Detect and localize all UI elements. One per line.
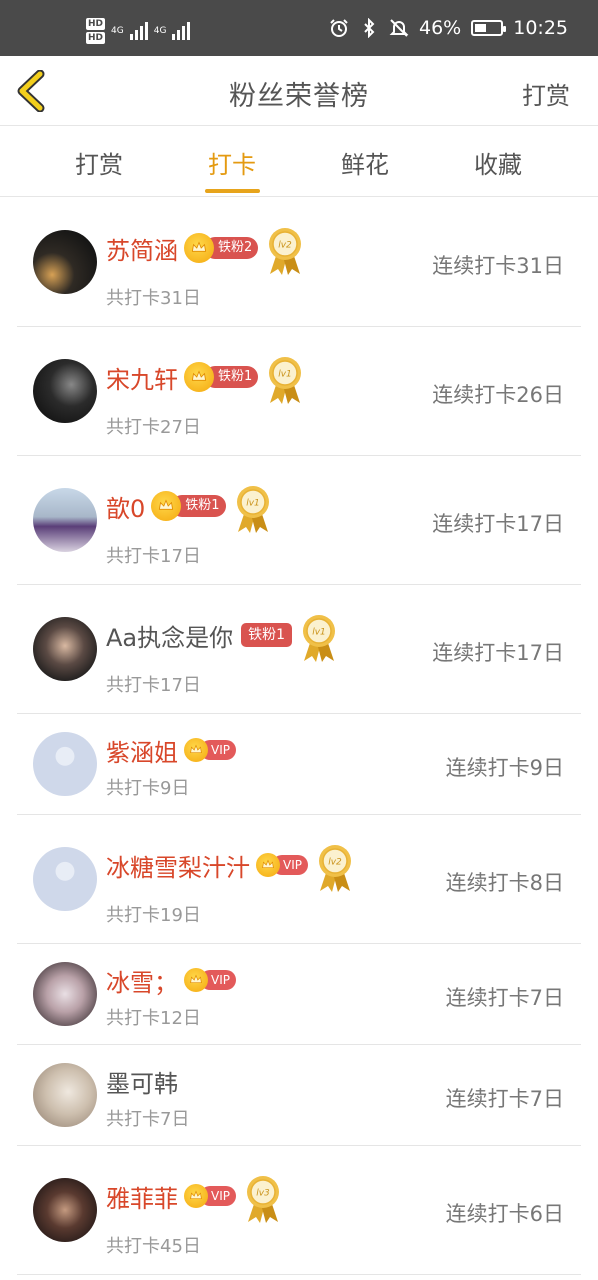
svg-text:lv2: lv2 (328, 858, 342, 868)
crown-icon (184, 1184, 208, 1208)
consecutive-checkin-count: 连续打卡7日 (445, 986, 564, 1010)
level-medal-icon: lv1 (269, 357, 302, 404)
consecutive-checkin-count: 连续打卡9日 (445, 756, 564, 780)
vip-badge: VIP (184, 967, 236, 993)
fan-badge-label: 铁粉1 (241, 623, 293, 647)
user-name[interactable]: 冰糖雪梨汁汁 (106, 848, 250, 883)
crown-icon (184, 968, 208, 992)
clock: 10:25 (513, 17, 568, 39)
total-checkin-count: 共打卡9日 (106, 778, 190, 799)
consecutive-checkin-count: 连续打卡17日 (432, 512, 564, 536)
total-checkin-count: 共打卡31日 (106, 288, 201, 309)
user-name[interactable]: 冰雪； (106, 963, 178, 998)
crown-icon (151, 491, 182, 521)
vip-badge: VIP (256, 852, 308, 878)
total-checkin-count: 共打卡7日 (106, 1109, 190, 1130)
svg-text:lv2: lv2 (279, 241, 293, 251)
level-medal-icon: lv2 (318, 845, 351, 892)
page-title: 粉丝荣誉榜 (229, 81, 369, 112)
mute-icon (389, 19, 409, 37)
avatar[interactable] (33, 962, 97, 1026)
total-checkin-count: 共打卡17日 (106, 675, 201, 696)
signal-icon-2 (172, 22, 191, 40)
svg-text:lv1: lv1 (279, 370, 293, 380)
total-checkin-count: 共打卡19日 (106, 905, 201, 926)
avatar[interactable] (33, 1063, 97, 1127)
consecutive-checkin-count: 连续打卡8日 (445, 871, 564, 895)
crown-icon (184, 362, 214, 392)
level-medal-icon: lv1 (236, 486, 269, 533)
avatar[interactable] (33, 488, 97, 552)
consecutive-checkin-count: 连续打卡7日 (445, 1087, 564, 1111)
vip-badge: VIP (184, 1183, 236, 1209)
avatar[interactable] (33, 617, 97, 681)
row-divider (17, 1274, 581, 1275)
avatar[interactable] (33, 1178, 97, 1242)
alarm-icon (330, 19, 348, 37)
battery-icon (471, 20, 507, 36)
list-item[interactable]: 冰糖雪梨汁汁 VIP lv2 共打卡19日 连续打卡8日 (0, 815, 598, 944)
list-item[interactable]: Aa执念是你 铁粉1 lv1 共打卡17日 连续打卡17日 (0, 585, 598, 714)
crown-icon (256, 853, 280, 877)
signal-icon (129, 22, 148, 40)
reward-button[interactable]: 打赏 (522, 76, 570, 111)
bluetooth-icon (364, 18, 375, 38)
tab-bar: 打赏 打卡 鲜花 收藏 (0, 127, 598, 197)
fan-badge: 铁粉1 (151, 491, 226, 521)
avatar[interactable] (33, 732, 97, 796)
fan-badge: 铁粉2 (184, 233, 259, 263)
total-checkin-count: 共打卡17日 (106, 546, 201, 567)
crown-icon (184, 233, 214, 263)
network-indicators: HD HD 4G 4G (86, 14, 191, 48)
list-item[interactable]: 宋九轩 铁粉1 lv1 共打卡27日 连续打卡26日 (0, 327, 598, 456)
level-medal-icon: lv2 (269, 228, 302, 275)
user-name[interactable]: 歆0 (106, 489, 145, 524)
tab-reward[interactable]: 打赏 (54, 145, 144, 180)
svg-text:lv1: lv1 (312, 628, 326, 638)
user-name[interactable]: 紫涵姐 (106, 733, 178, 768)
hd-label-2: HD (86, 32, 106, 44)
user-name[interactable]: 苏简涵 (106, 231, 178, 266)
list-item[interactable]: 苏简涵 铁粉2 lv2 共打卡31日 连续打卡31日 (0, 198, 598, 327)
avatar[interactable] (33, 847, 97, 911)
svg-text:lv3: lv3 (256, 1189, 270, 1199)
user-name[interactable]: 宋九轩 (106, 360, 178, 395)
tab-favorites[interactable]: 收藏 (453, 145, 543, 180)
list-item[interactable]: 冰雪； VIP 共打卡12日 连续打卡7日 (0, 944, 598, 1045)
avatar[interactable] (33, 359, 97, 423)
svg-text:lv1: lv1 (246, 499, 260, 509)
consecutive-checkin-count: 连续打卡17日 (432, 641, 564, 665)
user-name[interactable]: Aa执念是你 (106, 618, 233, 653)
network-label-1: 4G (111, 26, 124, 36)
vip-badge: VIP (184, 737, 236, 763)
checkin-ranking-list: 苏简涵 铁粉2 lv2 共打卡31日 连续打卡31日 宋九轩 铁粉1 lv1 共打卡27日 连续打… (0, 198, 598, 1275)
user-name[interactable]: 雅菲菲 (106, 1179, 178, 1214)
network-label-2: 4G (153, 26, 167, 36)
user-name[interactable]: 墨可韩 (106, 1064, 178, 1099)
level-medal-icon: lv3 (246, 1176, 279, 1223)
fan-badge: 铁粉1 (184, 362, 259, 392)
list-item[interactable]: 紫涵姐 VIP 共打卡9日 连续打卡9日 (0, 714, 598, 815)
list-item[interactable]: 雅菲菲 VIP lv3 共打卡45日 连续打卡6日 (0, 1146, 598, 1275)
status-bar: HD HD 4G 4G 46% 10:25 (0, 0, 598, 56)
list-item[interactable]: 歆0 铁粉1 lv1 共打卡17日 连续打卡17日 (0, 456, 598, 585)
tab-checkin[interactable]: 打卡 (187, 145, 277, 180)
battery-percent: 46% (419, 17, 462, 39)
tab-flowers[interactable]: 鲜花 (320, 145, 410, 180)
nav-bar: 粉丝荣誉榜 打赏 (0, 56, 598, 126)
total-checkin-count: 共打卡45日 (106, 1236, 201, 1257)
tab-active-indicator (205, 189, 260, 193)
list-item[interactable]: 墨可韩共打卡7日 连续打卡7日 (0, 1045, 598, 1146)
total-checkin-count: 共打卡12日 (106, 1008, 201, 1029)
consecutive-checkin-count: 连续打卡31日 (432, 254, 564, 278)
avatar[interactable] (33, 230, 97, 294)
hd-label-1: HD (86, 18, 106, 30)
consecutive-checkin-count: 连续打卡26日 (432, 383, 564, 407)
consecutive-checkin-count: 连续打卡6日 (445, 1202, 564, 1226)
total-checkin-count: 共打卡27日 (106, 417, 201, 438)
level-medal-icon: lv1 (303, 615, 336, 662)
crown-icon (184, 738, 208, 762)
